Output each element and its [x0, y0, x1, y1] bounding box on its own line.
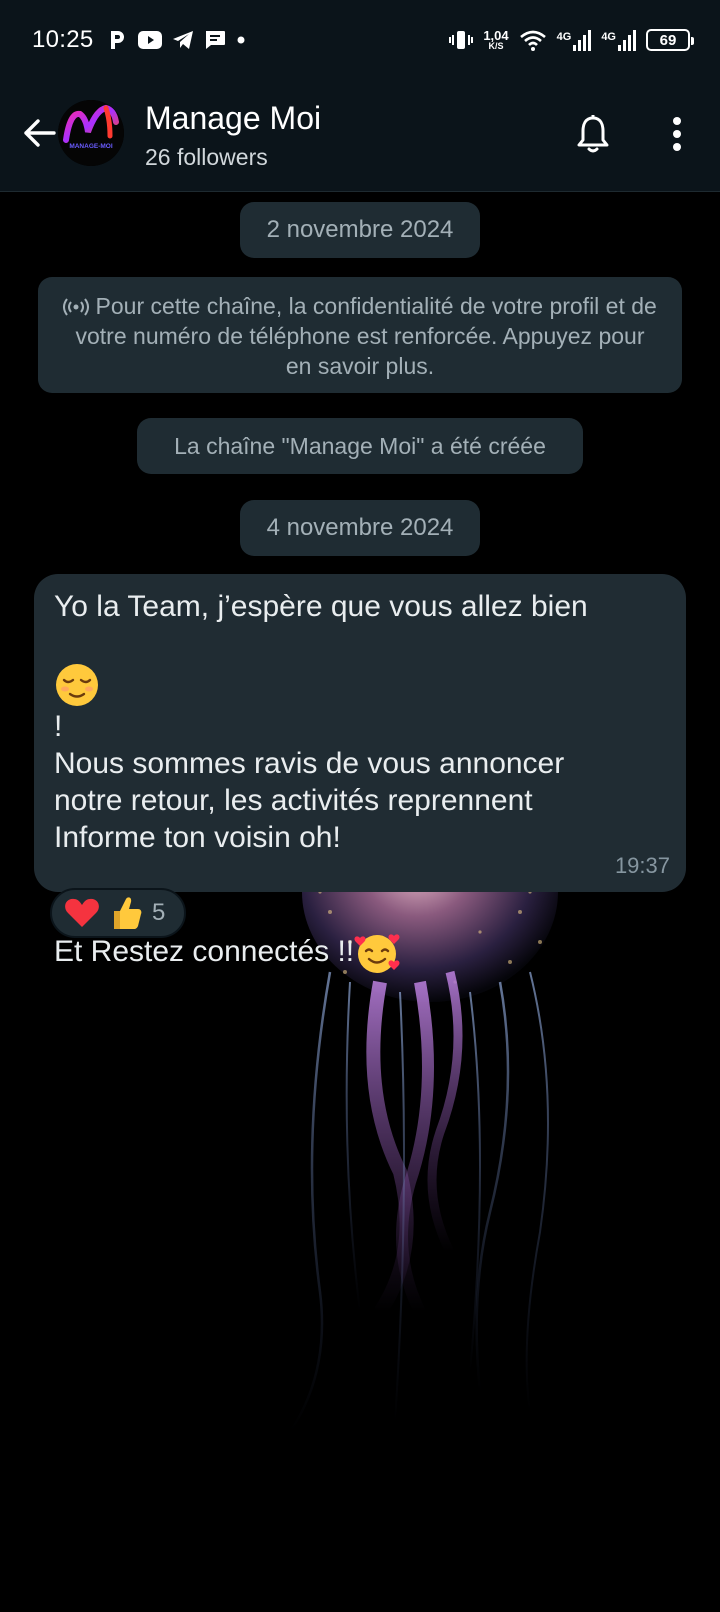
network-speed-unit: K/S [488, 41, 504, 51]
battery-icon: 69 [646, 29, 694, 51]
date-separator: 4 novembre 2024 [240, 500, 480, 556]
network-type-label-2: 4G [601, 31, 616, 43]
youtube-icon [137, 31, 162, 49]
channel-header: MANAGE-MOI Manage Moi 26 followers [0, 80, 720, 192]
message-line-1b-row: ! [54, 625, 666, 745]
privacy-notice-text: Pour cette chaîne, la confidentialité de… [75, 293, 657, 379]
status-time: 10:25 [32, 26, 94, 53]
message-reactions[interactable]: 5 [50, 888, 186, 938]
thumbs-up-emoji-icon [114, 897, 142, 929]
broadcast-icon [63, 298, 90, 316]
p-app-icon [108, 29, 128, 51]
more-notifications-dot-icon [236, 35, 246, 45]
channel-created-notice: La chaîne "Manage Moi" a été créée [137, 418, 583, 474]
status-bar: 10:25 1,04 K/S 4G 4G 69 [0, 0, 720, 80]
message-timestamp: 19:37 [614, 853, 670, 878]
smiling-face-with-hearts-emoji-icon [354, 934, 400, 973]
reaction-count: 5 [152, 899, 166, 926]
privacy-notice[interactable]: Pour cette chaîne, la confidentialité de… [38, 277, 682, 393]
message-line-2: Nous sommes ravis de vous annoncer notre… [54, 747, 565, 854]
back-button[interactable] [14, 108, 64, 158]
signal-bars-icon [618, 29, 636, 51]
manage-moi-logo: MANAGE-MOI [58, 100, 124, 166]
channel-avatar[interactable]: MANAGE-MOI [58, 100, 124, 166]
red-heart-emoji-icon [65, 898, 99, 927]
notification-icons [108, 29, 246, 51]
chat-area[interactable]: 2 novembre 2024 Pour cette chaîne, la co… [0, 192, 720, 1612]
battery-level: 69 [659, 31, 677, 49]
followers-count[interactable]: 26 followers [145, 144, 268, 171]
kebab-menu-icon [673, 117, 681, 151]
more-options-button[interactable] [652, 106, 702, 162]
signal-bars-icon [573, 29, 592, 51]
wifi-icon [519, 29, 547, 51]
network-speed: 1,04 K/S [483, 29, 508, 51]
system-status-icons: 1,04 K/S 4G 4G 69 [449, 0, 694, 80]
cellular-signal-2: 4G [601, 29, 636, 51]
telegram-icon [172, 30, 194, 50]
message-line-1b: ! [54, 710, 63, 743]
cellular-signal-1: 4G [557, 29, 592, 51]
network-type-label-1: 4G [556, 31, 572, 43]
date-separator: 2 novembre 2024 [240, 202, 480, 258]
relieved-face-emoji-icon [56, 664, 98, 706]
vibrate-icon [449, 29, 474, 51]
avatar-text: MANAGE-MOI [69, 143, 113, 150]
channel-message-bubble[interactable]: Yo la Team, j’espère que vous allez bien… [34, 574, 686, 973]
message-line-1: Yo la Team, j’espère que vous allez bien [54, 590, 588, 623]
bell-icon [577, 115, 609, 153]
notifications-button[interactable] [568, 106, 618, 162]
back-arrow-icon [24, 119, 56, 147]
channel-name[interactable]: Manage Moi [145, 100, 321, 137]
message-icon [204, 29, 226, 51]
message-line-3: Et Restez connectés !! [54, 934, 355, 968]
